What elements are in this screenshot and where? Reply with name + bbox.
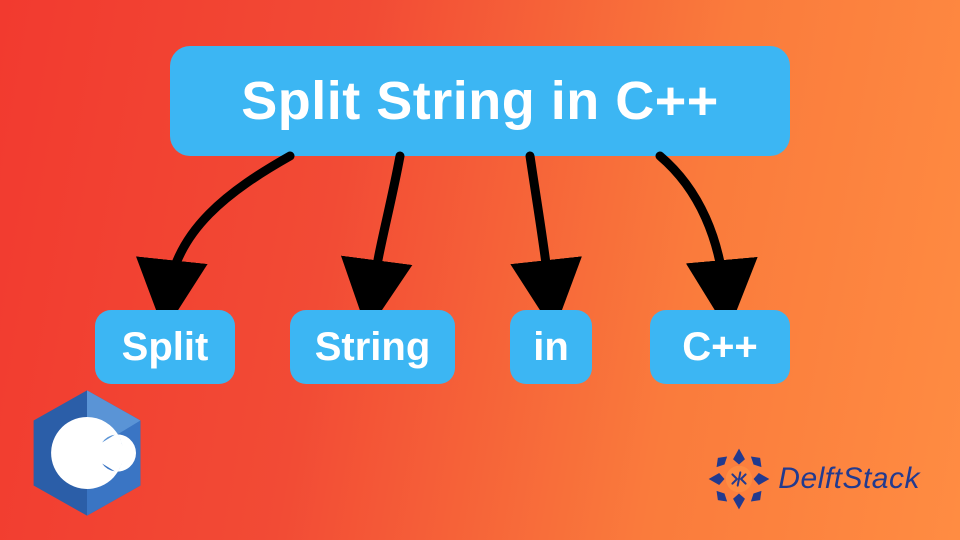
token-box-string: String <box>290 310 455 384</box>
token-label: in <box>533 325 569 370</box>
brand-logo: DelftStack <box>706 446 920 512</box>
tokens-row: Split String in C++ <box>0 310 960 390</box>
source-string-label: Split String in C++ <box>241 70 719 132</box>
token-label: Split <box>122 325 209 370</box>
token-box-cpp: C++ <box>650 310 790 384</box>
brand-name: DelftStack <box>778 462 920 496</box>
token-label: C++ <box>682 325 758 370</box>
brand-mark-icon <box>706 446 772 512</box>
cpp-logo-icon <box>28 388 146 518</box>
token-label: String <box>315 325 431 370</box>
token-box-in: in <box>510 310 592 384</box>
source-string-box: Split String in C++ <box>170 46 790 156</box>
token-box-split: Split <box>95 310 235 384</box>
